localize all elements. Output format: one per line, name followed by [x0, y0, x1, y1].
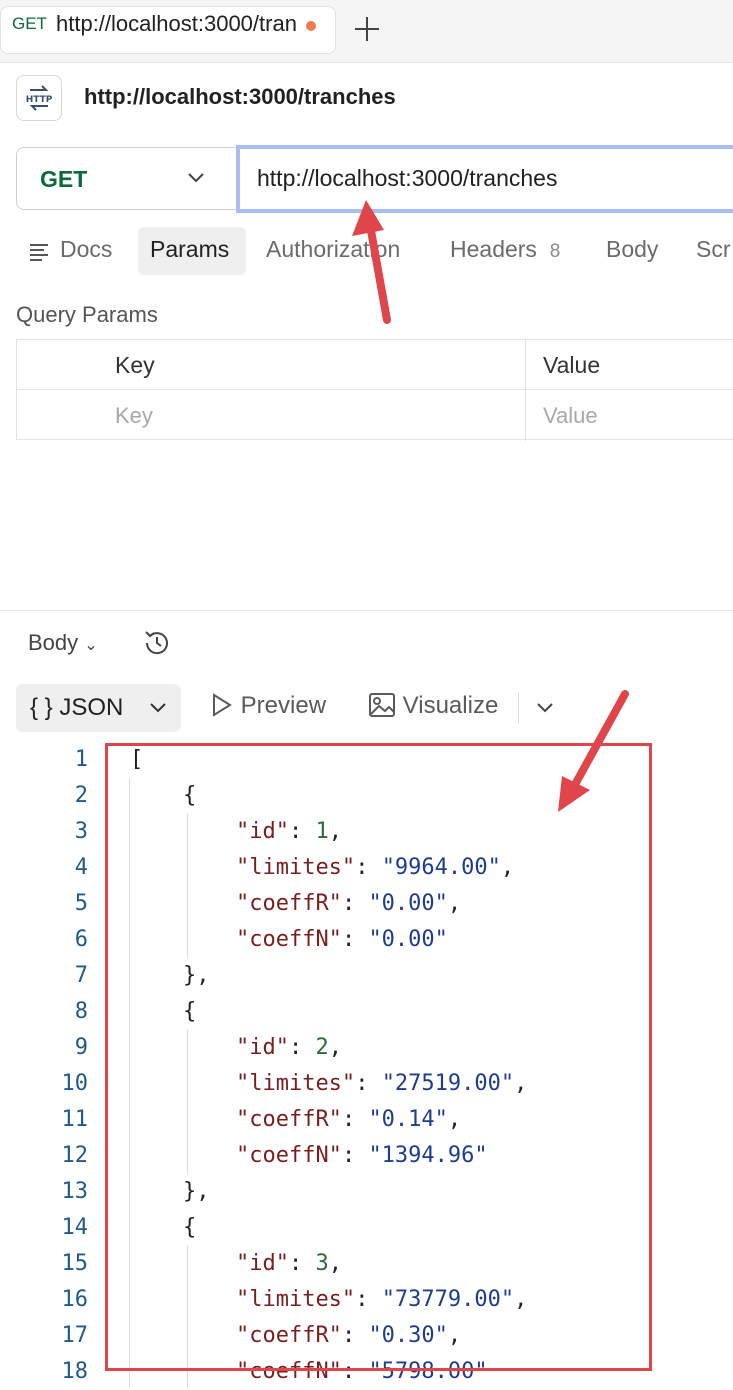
- visualize-button[interactable]: Visualize: [368, 692, 498, 720]
- preview-button[interactable]: Preview: [208, 692, 326, 720]
- pane-divider[interactable]: [0, 610, 733, 611]
- line-number: 12: [61, 1143, 89, 1168]
- tab-headers[interactable]: Headers 8: [450, 236, 560, 263]
- plus-icon[interactable]: [352, 14, 382, 44]
- curly-braces-icon: { }: [30, 694, 53, 721]
- http-badge-text: HTTP: [26, 95, 53, 105]
- preview-label: Preview: [240, 692, 327, 719]
- tab-headers-label: Headers: [450, 236, 537, 262]
- line-number: 7: [74, 963, 88, 988]
- tab-params[interactable]: Params: [150, 236, 229, 263]
- line-number: 18: [61, 1359, 89, 1384]
- annotation-box: [105, 743, 652, 1371]
- docs-icon: [30, 244, 48, 261]
- headers-count-badge: 8: [549, 241, 561, 262]
- format-name: JSON: [59, 694, 124, 721]
- table-divider: [17, 389, 733, 390]
- image-icon: [369, 693, 395, 717]
- visualize-label: Visualize: [402, 692, 499, 719]
- chevron-down-icon: [150, 703, 166, 713]
- line-number: 1: [74, 747, 88, 772]
- url-input-value: http://localhost:3000/tranches: [257, 165, 558, 191]
- chevron-down-icon[interactable]: [535, 700, 555, 716]
- table-divider: [525, 340, 526, 441]
- line-number: 4: [74, 855, 88, 880]
- line-number: 2: [74, 783, 88, 808]
- param-key-input[interactable]: Key: [115, 403, 153, 429]
- tab-body[interactable]: Body: [606, 236, 658, 263]
- line-number: 11: [61, 1107, 89, 1132]
- tab-authorization[interactable]: Authorization: [266, 236, 400, 263]
- request-title[interactable]: http://localhost:3000/tranches: [84, 84, 396, 110]
- format-select-label: { } JSON: [30, 694, 123, 722]
- column-header-value: Value: [543, 352, 601, 378]
- tab-method: GET: [12, 14, 47, 33]
- chevron-down-icon: ⌄: [84, 637, 98, 654]
- chevron-down-icon: [188, 173, 204, 183]
- http-request-icon: HTTP: [16, 75, 62, 121]
- unsaved-dot-icon: [306, 21, 316, 31]
- line-number: 8: [74, 999, 88, 1024]
- query-params-table: Key Value Key Value: [16, 339, 733, 441]
- history-icon[interactable]: [140, 626, 174, 660]
- toolbar-separator: [518, 692, 519, 724]
- line-number: 9: [74, 1035, 88, 1060]
- param-value-input[interactable]: Value: [543, 403, 598, 429]
- response-body-dropdown[interactable]: Body ⌄: [28, 630, 98, 656]
- method-label: GET: [40, 166, 88, 192]
- line-number: 13: [61, 1179, 89, 1204]
- tab-url: http://localhost:3000/tranches: [56, 11, 296, 36]
- response-body-label: Body: [28, 630, 79, 655]
- line-number: 5: [74, 891, 88, 916]
- column-header-key: Key: [115, 352, 155, 378]
- line-number: 10: [61, 1071, 89, 1096]
- tab-docs[interactable]: Docs: [60, 236, 112, 263]
- tab-scripts[interactable]: Scr: [696, 236, 731, 263]
- play-icon: [213, 693, 232, 717]
- line-number: 3: [74, 819, 88, 844]
- line-number: 14: [61, 1215, 89, 1240]
- line-number: 6: [74, 927, 88, 952]
- query-params-label: Query Params: [16, 302, 158, 327]
- line-number: 15: [61, 1251, 89, 1276]
- line-number: 17: [61, 1323, 89, 1348]
- line-number: 16: [61, 1287, 89, 1312]
